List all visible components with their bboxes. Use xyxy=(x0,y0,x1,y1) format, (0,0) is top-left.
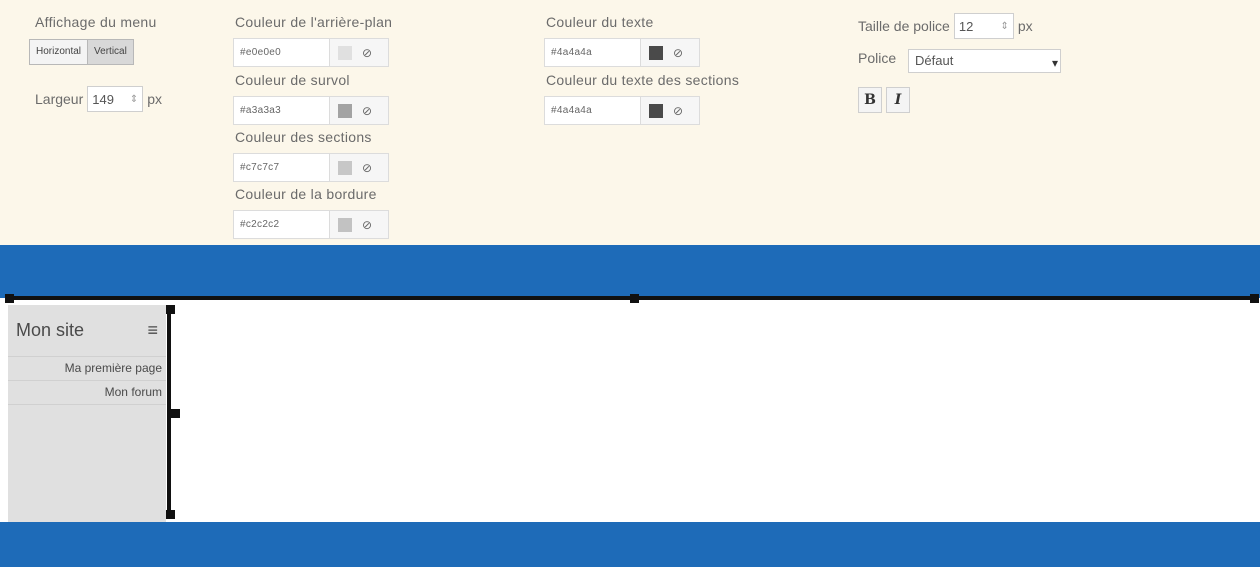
hover-color-swatch[interactable] xyxy=(338,103,352,118)
chevron-down-icon: ▾ xyxy=(1051,56,1058,70)
section-color-input[interactable]: #c7c7c7 xyxy=(234,154,330,181)
section-text-color-title: Couleur du texte des sections xyxy=(546,72,740,88)
resize-handle-middle[interactable] xyxy=(171,409,180,418)
section-text-color-swatch-cell: ⊘ xyxy=(641,97,699,124)
resize-handle-bottom[interactable] xyxy=(166,510,175,519)
clear-icon[interactable]: ⊘ xyxy=(673,46,683,60)
clear-icon[interactable]: ⊘ xyxy=(362,104,372,118)
bg-color-swatch[interactable] xyxy=(338,45,352,60)
menu-orientation-toggle: Horizontal Vertical xyxy=(29,39,134,65)
preview-menu: Mon site ≡ Ma première page Mon forum xyxy=(8,305,166,522)
font-family-value: Défaut xyxy=(915,53,954,68)
hover-color-title: Couleur de survol xyxy=(235,72,350,88)
text-color-swatch-cell: ⊘ xyxy=(641,39,699,66)
header-band xyxy=(0,245,1260,298)
hover-color-picker: #a3a3a3 ⊘ xyxy=(233,96,389,125)
font-family-row: Police xyxy=(858,50,896,66)
text-color-picker: #4a4a4a ⊘ xyxy=(544,38,700,67)
bg-color-swatch-cell: ⊘ xyxy=(330,39,388,66)
section-text-color-picker: #4a4a4a ⊘ xyxy=(544,96,700,125)
clear-icon[interactable]: ⊘ xyxy=(362,161,372,175)
section-color-swatch[interactable] xyxy=(338,160,352,175)
hover-color-swatch-cell: ⊘ xyxy=(330,97,388,124)
site-name[interactable]: Mon site xyxy=(16,320,84,341)
font-size-unit: px xyxy=(1017,18,1033,34)
section-color-title: Couleur des sections xyxy=(235,129,372,145)
footer-band xyxy=(0,522,1260,567)
menu-header: Mon site ≡ xyxy=(8,305,166,357)
resize-handle-center[interactable] xyxy=(630,294,639,303)
width-label: Largeur xyxy=(35,91,84,107)
hamburger-icon[interactable]: ≡ xyxy=(147,320,158,341)
clear-icon[interactable]: ⊘ xyxy=(362,218,372,232)
hover-color-input[interactable]: #a3a3a3 xyxy=(234,97,330,124)
border-color-picker: #c2c2c2 ⊘ xyxy=(233,210,389,239)
resize-handle-top[interactable] xyxy=(166,305,175,314)
menu-settings-panel: Affichage du menu Horizontal Vertical La… xyxy=(0,0,1260,245)
menu-display-title: Affichage du menu xyxy=(35,14,157,30)
font-family-label: Police xyxy=(858,50,897,66)
width-row: Largeur 149 ⇕ px xyxy=(35,86,162,112)
orientation-horizontal-option[interactable]: Horizontal xyxy=(30,40,87,64)
bg-color-picker: #e0e0e0 ⊘ xyxy=(233,38,389,67)
bg-color-input[interactable]: #e0e0e0 xyxy=(234,39,330,66)
italic-button[interactable]: I xyxy=(886,87,910,113)
clear-icon[interactable]: ⊘ xyxy=(362,46,372,60)
font-size-input[interactable]: 12 ⇕ xyxy=(953,13,1014,39)
border-color-title: Couleur de la bordure xyxy=(235,186,377,202)
resize-handle-right[interactable] xyxy=(1250,294,1259,303)
menu-item-first-page[interactable]: Ma première page xyxy=(8,357,166,381)
text-color-input[interactable]: #4a4a4a xyxy=(545,39,641,66)
width-value: 149 xyxy=(92,91,114,107)
border-color-swatch-cell: ⊘ xyxy=(330,211,388,238)
font-size-row: Taille de police 12 ⇕ px xyxy=(858,13,1033,39)
width-input[interactable]: 149 ⇕ xyxy=(87,86,144,112)
section-text-color-input[interactable]: #4a4a4a xyxy=(545,97,641,124)
text-color-title: Couleur du texte xyxy=(546,14,654,30)
section-color-picker: #c7c7c7 ⊘ xyxy=(233,153,389,182)
border-color-swatch[interactable] xyxy=(338,217,352,232)
orientation-vertical-option[interactable]: Vertical xyxy=(87,40,133,64)
font-size-label: Taille de police xyxy=(858,18,950,34)
spinner-icon[interactable]: ⇕ xyxy=(1000,21,1008,32)
font-family-select[interactable]: Défaut ▾ xyxy=(908,49,1061,73)
bold-button[interactable]: B xyxy=(858,87,882,113)
bg-color-title: Couleur de l'arrière-plan xyxy=(235,14,393,30)
resize-handle-left[interactable] xyxy=(5,294,14,303)
spinner-icon[interactable]: ⇕ xyxy=(130,94,138,105)
font-size-value: 12 xyxy=(958,18,974,34)
text-color-swatch[interactable] xyxy=(649,45,663,60)
width-unit: px xyxy=(147,91,163,107)
clear-icon[interactable]: ⊘ xyxy=(673,104,683,118)
border-color-input[interactable]: #c2c2c2 xyxy=(234,211,330,238)
menu-item-forum[interactable]: Mon forum xyxy=(8,381,166,405)
section-color-swatch-cell: ⊘ xyxy=(330,154,388,181)
preview-canvas xyxy=(0,298,1260,522)
section-text-color-swatch[interactable] xyxy=(649,103,663,118)
